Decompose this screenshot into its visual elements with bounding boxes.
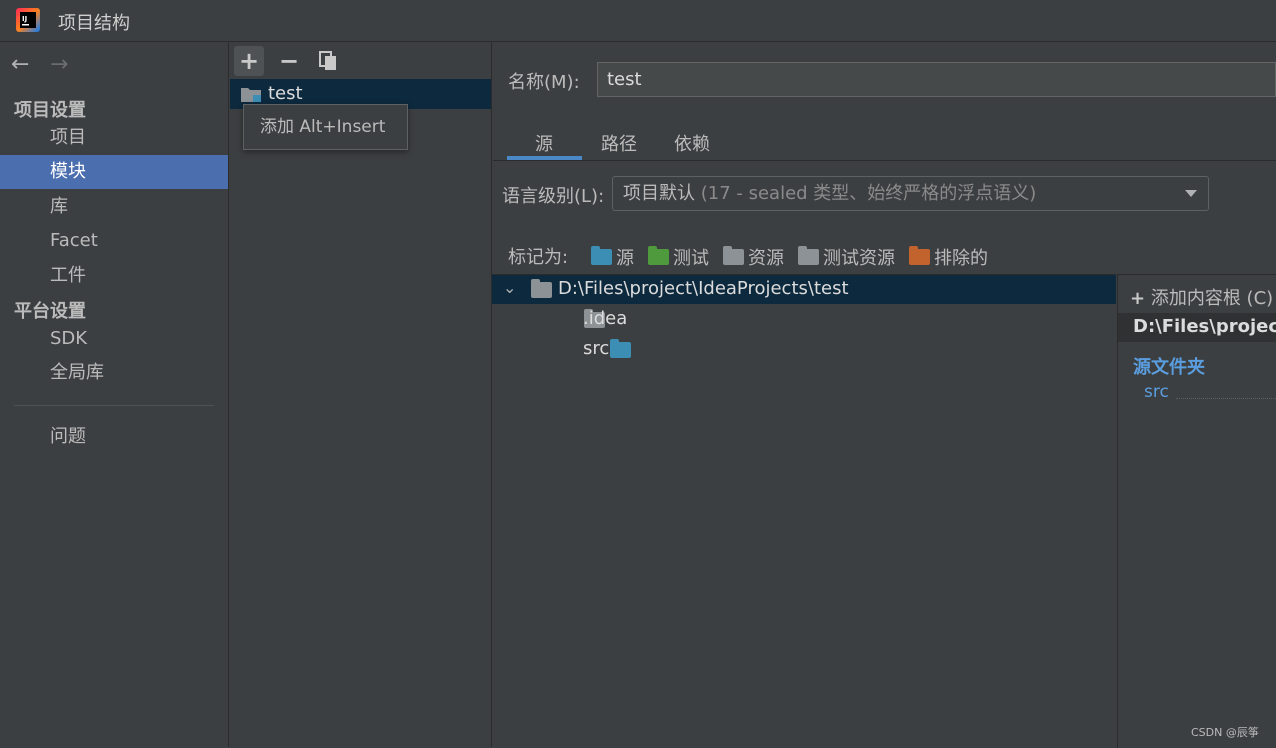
- remove-module-button[interactable]: −: [274, 46, 304, 76]
- module-folder-icon: [241, 88, 261, 102]
- add-module-button[interactable]: +: [234, 46, 264, 76]
- back-arrow-icon[interactable]: ←: [11, 52, 29, 77]
- watermark: CSDN @辰筝: [1191, 726, 1259, 739]
- mark-as-label: 标记为:: [508, 247, 569, 268]
- nav-item-libraries[interactable]: 库: [0, 190, 228, 224]
- test-resource-folder-icon: [798, 246, 819, 265]
- mark-as-excluded-button[interactable]: 排除的: [909, 244, 988, 270]
- mark-as-label-text: 资源: [748, 248, 784, 269]
- nav-item-problems[interactable]: 问题: [0, 420, 228, 454]
- mark-as-resources-button[interactable]: 资源: [723, 244, 784, 270]
- plus-icon: +: [1130, 288, 1146, 309]
- add-content-root-label: 添加内容根 (C): [1150, 288, 1274, 309]
- source-folder-icon: [591, 246, 612, 265]
- tab-paths[interactable]: 路径: [601, 130, 637, 156]
- nav-heading-platform-settings: 平台设置: [14, 301, 86, 322]
- source-folder-entry[interactable]: src: [1144, 382, 1169, 402]
- svg-text:IJ: IJ: [22, 15, 27, 23]
- tree-item-src[interactable]: src: [583, 338, 609, 359]
- title-bar: [0, 0, 1276, 42]
- test-folder-icon: [648, 246, 669, 265]
- chevron-down-icon[interactable]: [1185, 190, 1197, 197]
- tab-dependencies[interactable]: 依赖: [674, 130, 710, 156]
- add-content-root-button[interactable]: + 添加内容根 (C): [1130, 284, 1273, 310]
- copy-icon: [319, 51, 336, 70]
- nav-divider: [14, 405, 214, 406]
- nav-item-global-libraries[interactable]: 全局库: [0, 356, 228, 390]
- language-level-label: 语言级别(L):: [502, 186, 605, 207]
- window-title: 项目结构: [58, 13, 130, 34]
- excluded-folder-icon: [909, 246, 930, 265]
- nav-item-modules[interactable]: 模块: [0, 155, 228, 189]
- nav-item-sdk[interactable]: SDK: [0, 322, 228, 356]
- forward-arrow-icon[interactable]: →: [50, 52, 68, 77]
- mark-as-label-text: 测试资源: [823, 248, 895, 269]
- nav-item-project[interactable]: 项目: [0, 121, 228, 155]
- module-name[interactable]: test: [268, 83, 303, 104]
- mark-as-label-text: 源: [616, 248, 634, 269]
- copy-module-button[interactable]: [313, 46, 343, 76]
- language-level-hint: (17 - sealed 类型、始终严格的浮点语义): [700, 183, 1037, 204]
- active-tab-indicator: [507, 156, 582, 160]
- content-root-path: D:\Files\project\: [1133, 316, 1276, 337]
- intellij-logo-icon: IJ: [16, 8, 40, 32]
- add-tooltip: 添加 Alt+Insert: [243, 104, 408, 150]
- language-level-select[interactable]: 项目默认 (17 - sealed 类型、始终严格的浮点语义): [612, 176, 1209, 211]
- mark-as-test-resources-button[interactable]: 测试资源: [798, 244, 895, 270]
- mark-as-sources-button[interactable]: 源: [591, 244, 634, 270]
- nav-item-facets[interactable]: Facet: [0, 224, 228, 258]
- mark-as-tests-button[interactable]: 测试: [648, 244, 709, 270]
- mark-as-label-text: 排除的: [934, 248, 988, 269]
- nav-heading-project-settings: 项目设置: [14, 100, 86, 121]
- folder-icon: [531, 279, 552, 298]
- resource-folder-icon: [723, 246, 744, 265]
- source-folders-title: 源文件夹: [1133, 357, 1205, 378]
- content-root-panel: [1117, 274, 1276, 748]
- module-name-input[interactable]: [597, 62, 1276, 97]
- tabs-divider: [493, 160, 1276, 161]
- language-level-value: 项目默认: [623, 183, 695, 204]
- tab-sources[interactable]: 源: [535, 130, 553, 156]
- dotted-leader: [1176, 398, 1276, 399]
- tree-item-idea[interactable]: .idea: [583, 308, 627, 329]
- nav-item-artifacts[interactable]: 工件: [0, 259, 228, 293]
- name-label: 名称(M):: [508, 72, 580, 93]
- tree-root-path[interactable]: D:\Files\project\IdeaProjects\test: [558, 278, 849, 299]
- mark-as-label-text: 测试: [673, 248, 709, 269]
- chevron-down-icon[interactable]: ⌄: [503, 278, 516, 297]
- source-folder-icon: [610, 339, 632, 358]
